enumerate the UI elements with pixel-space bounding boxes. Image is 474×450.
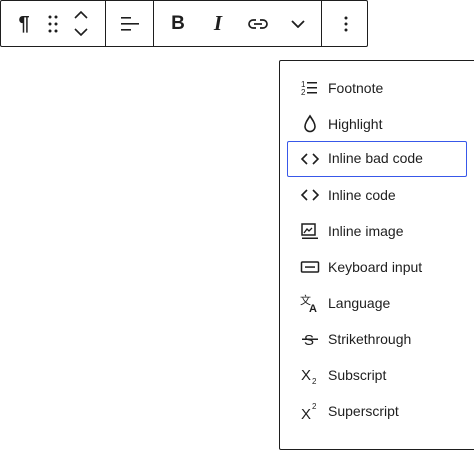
menu-item-label: Inline bad code	[328, 150, 423, 166]
menu-item-footnote[interactable]: 1 2 Footnote	[287, 70, 467, 106]
image-icon	[301, 223, 318, 239]
menu-item-inline-code[interactable]: Inline code	[287, 177, 467, 213]
drag-handle-icon	[48, 15, 58, 32]
svg-text:X: X	[301, 406, 311, 423]
drag-handle-button[interactable]	[41, 1, 65, 46]
options-icon	[344, 16, 348, 31]
menu-item-label: Highlight	[328, 116, 383, 132]
menu-item-highlight[interactable]: Highlight	[287, 106, 467, 142]
more-rich-text-button[interactable]	[281, 1, 315, 46]
menu-item-label: Subscript	[328, 367, 387, 383]
move-block-controls	[67, 1, 95, 46]
svg-text:2: 2	[301, 88, 306, 97]
bold-button[interactable]: B	[161, 1, 195, 46]
menu-item-label: Inline code	[328, 187, 396, 203]
toolbar-divider	[321, 1, 322, 46]
menu-item-label: Inline image	[328, 223, 404, 239]
block-type-button[interactable]: ¶	[7, 1, 41, 46]
menu-item-label: Strikethrough	[328, 331, 412, 347]
menu-item-label: Keyboard input	[328, 259, 423, 275]
toolbar-divider	[153, 1, 154, 46]
options-button[interactable]	[327, 1, 365, 46]
keyboard-icon	[300, 261, 320, 273]
menu-item-strikethrough[interactable]: S Strikethrough	[287, 321, 467, 357]
block-toolbar: ¶ B I	[0, 0, 368, 47]
footnote-icon: 1 2	[301, 80, 317, 97]
menu-item-language[interactable]: 文 A Language	[287, 285, 467, 321]
menu-item-inline-image[interactable]: Inline image	[287, 213, 467, 249]
svg-text:X: X	[301, 367, 311, 384]
svg-text:A: A	[309, 303, 317, 315]
menu-item-inline-bad-code[interactable]: Inline bad code	[287, 141, 467, 177]
svg-text:2: 2	[312, 402, 317, 411]
italic-icon: I	[213, 11, 223, 35]
svg-text:S: S	[304, 332, 314, 349]
code-icon	[300, 189, 320, 201]
code-icon	[300, 153, 320, 165]
toolbar-divider	[105, 1, 106, 46]
align-button[interactable]	[111, 1, 149, 46]
chevron-down-icon[interactable]	[74, 28, 88, 36]
more-rich-text-icon	[291, 19, 305, 28]
menu-item-superscript[interactable]: X 2 Superscript	[287, 393, 467, 429]
bold-icon: B	[171, 13, 185, 34]
subscript-icon: X 2	[301, 367, 317, 386]
superscript-icon: X 2	[301, 402, 317, 423]
rich-text-dropdown-menu: 1 2 Footnote Highlight Inline bad code I…	[279, 60, 474, 450]
link-icon	[248, 18, 268, 29]
svg-text:2: 2	[312, 377, 317, 386]
highlight-icon	[304, 114, 316, 133]
italic-button[interactable]: I	[201, 1, 235, 46]
strikethrough-icon: S	[302, 332, 318, 349]
menu-item-label: Language	[328, 295, 391, 311]
link-button[interactable]	[241, 1, 275, 46]
align-left-icon	[121, 16, 139, 31]
menu-item-label: Superscript	[328, 403, 399, 419]
menu-item-label: Footnote	[328, 80, 384, 96]
menu-item-subscript[interactable]: X 2 Subscript	[287, 357, 467, 393]
pilcrow-icon: ¶	[18, 12, 30, 35]
language-icon: 文 A	[300, 293, 317, 315]
chevron-up-icon[interactable]	[74, 11, 88, 19]
menu-item-keyboard-input[interactable]: Keyboard input	[287, 249, 467, 285]
